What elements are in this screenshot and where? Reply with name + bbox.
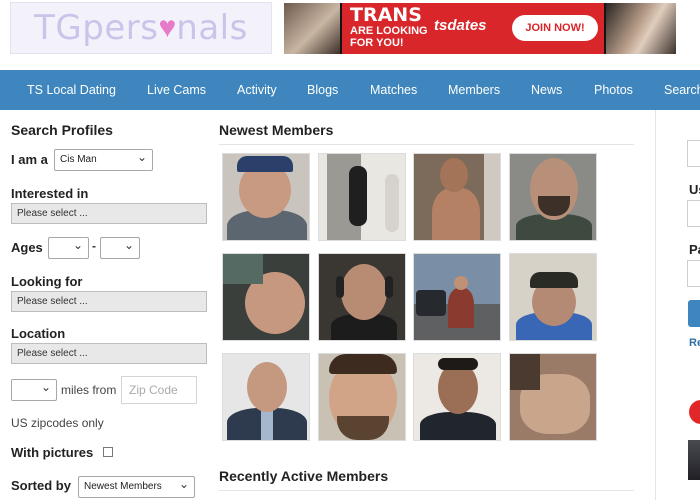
nav-activity[interactable]: Activity — [237, 70, 277, 110]
sidebar-label: Us — [689, 182, 700, 197]
sidebar-image[interactable] — [688, 440, 700, 480]
password-input[interactable] — [687, 260, 700, 287]
ad-subline: ARE LOOKING FOR YOU! — [350, 25, 428, 49]
badge-icon — [689, 400, 700, 424]
logo-text-start: TGpers — [34, 8, 159, 48]
member-photo[interactable] — [222, 153, 310, 241]
nav-members[interactable]: Members — [448, 70, 500, 110]
ad-headline: TRANS — [350, 4, 422, 26]
newest-members-title: Newest Members — [219, 122, 334, 138]
looking-for-label: Looking for — [11, 274, 83, 289]
member-photo[interactable] — [222, 253, 310, 341]
sidebar-input[interactable] — [687, 140, 700, 167]
ages-label: Ages — [11, 240, 43, 255]
member-photo[interactable] — [413, 253, 501, 341]
divider — [219, 144, 634, 145]
ad-panel: TRANS ARE LOOKING FOR YOU! tsdates JOIN … — [342, 3, 604, 54]
member-photo[interactable] — [318, 153, 406, 241]
heart-icon: ♥ — [158, 11, 177, 44]
i-am-label: I am a — [11, 152, 48, 167]
with-pictures-checkbox[interactable] — [103, 447, 113, 457]
member-photo[interactable] — [318, 353, 406, 441]
nav-ts-local-dating[interactable]: TS Local Dating — [27, 70, 116, 110]
member-photo[interactable] — [413, 353, 501, 441]
member-photo[interactable] — [413, 153, 501, 241]
zip-code-input[interactable]: Zip Code — [121, 376, 197, 404]
login-sidebar: Us Pa Re — [655, 110, 700, 500]
with-pictures-label: With pictures — [11, 445, 94, 460]
nav-live-cams[interactable]: Live Cams — [147, 70, 206, 110]
member-photo[interactable] — [318, 253, 406, 341]
age-max-select[interactable] — [100, 235, 140, 259]
member-photo[interactable] — [509, 253, 597, 341]
nav-matches[interactable]: Matches — [370, 70, 417, 110]
site-logo[interactable]: TGpers ♥ nals — [10, 2, 272, 54]
i-am-select[interactable]: Cis Man — [54, 147, 153, 171]
recently-active-title: Recently Active Members — [219, 468, 389, 484]
main-nav: TS Local Dating Live Cams Activity Blogs… — [0, 70, 700, 110]
ad-photo — [606, 3, 676, 54]
register-link[interactable]: Re — [689, 337, 700, 349]
sidebar-label: Pa — [689, 242, 700, 257]
search-profiles-title: Search Profiles — [11, 122, 113, 138]
search-profiles-panel: Search Profiles I am a Cis Man Intereste… — [0, 110, 215, 500]
member-photo[interactable] — [509, 153, 597, 241]
ad-join-button[interactable]: JOIN NOW! — [512, 15, 598, 41]
members-content: Newest Members Recently Active Members — [215, 110, 655, 500]
advertisement-banner[interactable]: TRANS ARE LOOKING FOR YOU! tsdates JOIN … — [284, 3, 676, 54]
login-button[interactable] — [688, 300, 700, 327]
nav-photos[interactable]: Photos — [594, 70, 633, 110]
interested-in-select[interactable]: Please select ... — [11, 203, 207, 224]
sorted-by-select[interactable]: Newest Members — [78, 474, 195, 498]
sorted-by-label: Sorted by — [11, 478, 71, 493]
miles-select[interactable] — [11, 377, 57, 401]
nav-news[interactable]: News — [531, 70, 562, 110]
nav-search[interactable]: Search — [664, 70, 700, 110]
ages-separator: - — [92, 239, 96, 253]
interested-in-label: Interested in — [11, 186, 89, 201]
looking-for-select[interactable]: Please select ... — [11, 291, 207, 312]
location-label: Location — [11, 326, 66, 341]
miles-from-label: miles from — [61, 383, 117, 397]
username-input[interactable] — [687, 200, 700, 227]
member-photo[interactable] — [222, 353, 310, 441]
zip-note: US zipcodes only — [11, 416, 104, 430]
age-min-select[interactable] — [48, 235, 89, 259]
nav-blogs[interactable]: Blogs — [307, 70, 338, 110]
member-photo[interactable] — [509, 353, 597, 441]
ad-brand: tsdates — [434, 17, 487, 34]
divider — [219, 490, 634, 491]
ad-photo — [284, 3, 340, 54]
top-banner: TGpers ♥ nals TRANS ARE LOOKING FOR YOU!… — [0, 0, 700, 70]
location-select[interactable]: Please select ... — [11, 343, 207, 364]
logo-text-end: nals — [176, 8, 248, 48]
